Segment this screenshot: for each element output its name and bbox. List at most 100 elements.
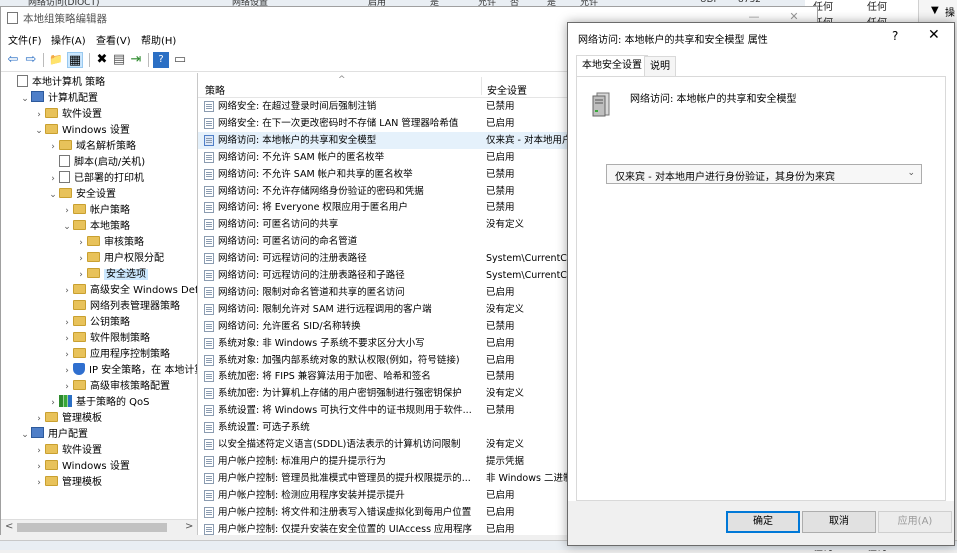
forward-icon[interactable]: ⇨ bbox=[23, 52, 39, 68]
tree-item-label: 安全选项 bbox=[104, 269, 148, 280]
chevron-right-icon[interactable]: › bbox=[47, 139, 59, 155]
help-button[interactable]: ? bbox=[892, 29, 898, 43]
chevron-right-icon[interactable]: › bbox=[47, 395, 59, 411]
chevron-right-icon[interactable]: › bbox=[61, 363, 73, 379]
tree-item[interactable]: ⌄ Windows 设置 bbox=[33, 123, 130, 139]
tree-item[interactable]: 脚本(启动/关机) bbox=[47, 155, 145, 171]
tree-item[interactable]: › Windows 设置 bbox=[33, 459, 130, 475]
tree-item[interactable]: ⌄ 计算机配置 bbox=[19, 91, 98, 107]
column-header-setting[interactable]: 安全设置 bbox=[487, 82, 527, 97]
tree-item[interactable]: › 管理模板 bbox=[33, 475, 102, 491]
chevron-right-icon[interactable]: › bbox=[61, 315, 73, 331]
chevron-right-icon[interactable]: › bbox=[75, 235, 87, 251]
chevron-down-icon[interactable]: ⌄ bbox=[19, 427, 31, 443]
tree-item[interactable]: › 公钥策略 bbox=[61, 315, 130, 331]
tree-item[interactable]: ⌄ 用户配置 bbox=[19, 427, 88, 443]
chevron-right-icon[interactable]: › bbox=[75, 267, 87, 283]
show-tree-icon[interactable]: ▦ bbox=[67, 52, 83, 68]
tree-item[interactable]: › 用户权限分配 bbox=[75, 251, 164, 267]
chevron-right-icon[interactable]: › bbox=[61, 283, 73, 299]
tree-item-label: 基于策略的 QoS bbox=[76, 397, 150, 408]
chevron-right-icon[interactable]: › bbox=[33, 443, 45, 459]
tree-item-label: 脚本(启动/关机) bbox=[74, 157, 146, 168]
dialog-title: 网络访问: 本地帐户的共享和安全模型 属性 bbox=[578, 35, 768, 46]
tree-item[interactable]: › 审核策略 bbox=[75, 235, 144, 251]
chevron-right-icon[interactable]: › bbox=[61, 347, 73, 363]
policy-icon bbox=[204, 151, 214, 163]
back-icon[interactable]: ⇦ bbox=[5, 52, 21, 68]
chevron-down-icon[interactable]: ⌄ bbox=[33, 123, 45, 139]
tree-item[interactable]: › 基于策略的 QoS bbox=[47, 395, 150, 411]
tree-item-label: 软件设置 bbox=[62, 109, 102, 120]
chevron-right-icon[interactable]: › bbox=[61, 379, 73, 395]
setting-dropdown[interactable]: 仅来宾 - 对本地用户进行身份验证，其身份为来宾 ⌄ bbox=[606, 164, 922, 184]
chevron-right-icon[interactable]: › bbox=[47, 171, 59, 187]
chevron-down-icon[interactable]: ⌄ bbox=[61, 219, 73, 235]
chevron-right-icon[interactable]: › bbox=[33, 475, 45, 491]
scroll-left-icon[interactable]: < bbox=[5, 521, 13, 532]
tab-explain[interactable]: 说明 bbox=[644, 56, 676, 76]
tree-item[interactable]: › 帐户策略 bbox=[61, 203, 130, 219]
tree-item-label: 公钥策略 bbox=[90, 317, 130, 328]
chevron-right-icon[interactable]: › bbox=[61, 203, 73, 219]
help-icon[interactable]: ? bbox=[153, 52, 169, 68]
properties-icon[interactable]: ▤ bbox=[111, 52, 127, 68]
policy-setting: 已启用 bbox=[486, 523, 515, 535]
scrollbar-thumb[interactable] bbox=[17, 523, 167, 532]
dialog-close-button[interactable]: ✕ bbox=[928, 27, 940, 43]
column-header-policy[interactable]: 策略 bbox=[205, 82, 225, 97]
policy-icon bbox=[204, 354, 214, 366]
policy-icon bbox=[204, 117, 214, 129]
tree-item[interactable]: › 已部署的打印机 bbox=[47, 171, 144, 187]
menu-help[interactable]: 帮助(H) bbox=[141, 32, 176, 47]
tree-item[interactable]: › 安全选项 bbox=[75, 267, 148, 283]
menu-action[interactable]: 操作(A) bbox=[51, 32, 86, 47]
menu-file[interactable]: 文件(F) bbox=[8, 32, 42, 47]
chevron-right-icon[interactable]: › bbox=[33, 411, 45, 427]
chevron-right-icon[interactable]: › bbox=[33, 459, 45, 475]
policy-name: 网络访问: 可远程访问的注册表路径和子路径 bbox=[218, 270, 405, 281]
column-divider[interactable] bbox=[481, 77, 482, 95]
toolbar-separator bbox=[148, 53, 149, 67]
folder-icon bbox=[45, 476, 58, 486]
doc-icon bbox=[59, 155, 70, 167]
tree-item[interactable]: › 域名解析策略 bbox=[47, 139, 136, 155]
ok-button[interactable]: 确定 bbox=[726, 511, 800, 533]
tree-item[interactable]: › 软件设置 bbox=[33, 443, 102, 459]
tab-local-security-setting[interactable]: 本地安全设置 bbox=[576, 55, 648, 77]
tree-item[interactable]: ⌄ 本地策略 bbox=[61, 219, 130, 235]
chevron-right-icon[interactable]: › bbox=[61, 331, 73, 347]
horizontal-scrollbar[interactable]: < > bbox=[1, 519, 197, 535]
tree-item[interactable]: › IP 安全策略，在 本地计算机 bbox=[61, 363, 197, 379]
server-icon bbox=[592, 92, 610, 117]
tree-item[interactable]: ⌄ 安全设置 bbox=[47, 187, 116, 203]
up-folder-icon[interactable]: 📁 bbox=[48, 52, 64, 68]
apply-button[interactable]: 应用(A) bbox=[878, 511, 952, 533]
tree-item-label: 本地计算机 策略 bbox=[32, 77, 106, 88]
policy-name: 网络访问: 可匿名访问的命名管道 bbox=[218, 236, 358, 248]
console-icon[interactable]: ▭ bbox=[172, 52, 188, 68]
tree-item[interactable]: › 管理模板 bbox=[33, 411, 102, 427]
tree-item[interactable]: › 软件限制策略 bbox=[61, 331, 150, 347]
cancel-button[interactable]: 取消 bbox=[802, 511, 876, 533]
chevron-down-icon[interactable]: ⌄ bbox=[19, 91, 31, 107]
tree-item[interactable]: › 应用程序控制策略 bbox=[61, 347, 170, 363]
chevron-right-icon[interactable]: › bbox=[75, 251, 87, 267]
tree-item[interactable]: 网络列表管理器策略 bbox=[61, 299, 180, 315]
delete-icon[interactable]: ✖ bbox=[94, 52, 110, 68]
policy-setting: 已禁用 bbox=[486, 202, 515, 214]
menu-view[interactable]: 查看(V) bbox=[96, 32, 131, 47]
export-icon[interactable]: ⇥ bbox=[128, 52, 144, 68]
tree-item[interactable]: › 软件设置 bbox=[33, 107, 102, 123]
policy-setting: 已启用 bbox=[486, 489, 515, 501]
policy-icon bbox=[204, 134, 214, 146]
tree-item[interactable]: › 高级安全 Windows Defender 防火墙 bbox=[61, 283, 197, 299]
tree-item[interactable]: 本地计算机 策略 bbox=[5, 75, 105, 91]
scroll-right-icon[interactable]: > bbox=[185, 521, 193, 532]
folder-icon bbox=[45, 124, 58, 134]
chevron-down-icon[interactable]: ⌄ bbox=[47, 187, 59, 203]
tree-item[interactable]: › 高级审核策略配置 bbox=[61, 379, 170, 395]
policy-icon bbox=[204, 320, 214, 332]
chevron-right-icon[interactable]: › bbox=[33, 107, 45, 123]
policy-name: 用户帐户控制: 检测应用程序安装并提示提升 bbox=[218, 489, 405, 501]
